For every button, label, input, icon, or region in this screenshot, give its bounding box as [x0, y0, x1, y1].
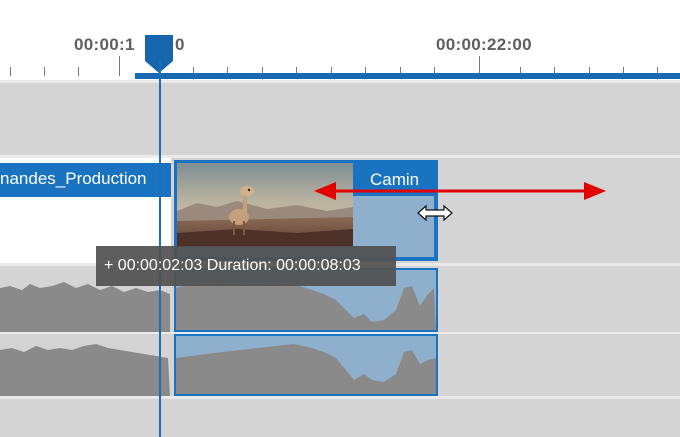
double-headed-arrow-icon — [314, 182, 606, 200]
ruler-tick — [10, 67, 11, 76]
ruler-timecode-right: 00:00:22:00 — [436, 35, 532, 54]
audio-track-2[interactable] — [0, 334, 680, 396]
ruler-timecode-left: 00:00:1 — [74, 35, 135, 54]
video-clip-left-title: nandes_Production — [0, 169, 147, 188]
ruler-tick — [78, 67, 79, 76]
video-clip-thumbnail — [177, 163, 353, 247]
ruler-tick — [44, 67, 45, 76]
timeline-ruler[interactable]: 00:00:1 0 00:00:22:00 — [0, 0, 680, 80]
audio-waveform-bottom — [0, 334, 438, 396]
trim-duration-tooltip: + 00:00:02:03 Duration: 00:00:08:03 — [96, 246, 396, 286]
timeline-zone-bar[interactable] — [135, 73, 680, 79]
audio-track-3[interactable] — [0, 399, 680, 437]
ruler-timecode-left-tail: 0 — [175, 35, 185, 54]
horizontal-resize-cursor-icon — [417, 204, 453, 222]
video-track-2[interactable] — [0, 83, 680, 155]
ruler-tick-major — [119, 56, 120, 76]
